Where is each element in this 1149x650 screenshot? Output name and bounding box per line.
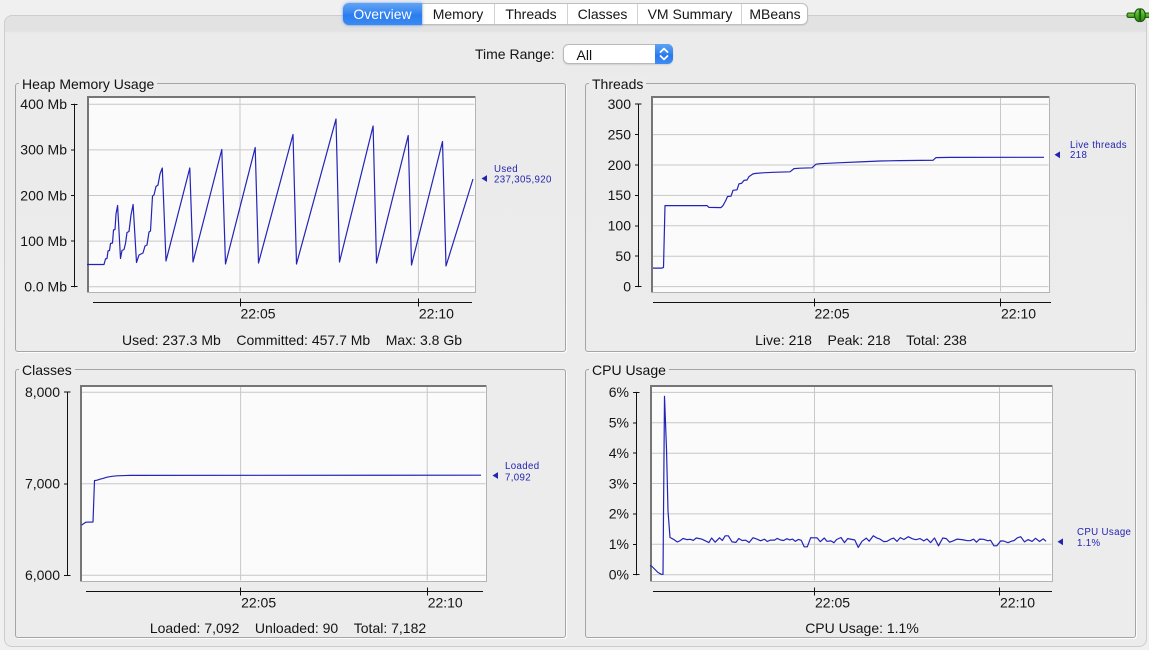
svg-text:22:10: 22:10 [1001, 306, 1036, 322]
svg-text:7,092: 7,092 [505, 473, 531, 484]
svg-text:Used: 237.3 Mb Committed: 4: Used: 237.3 Mb Committed: 457.7 Mb Max: … [122, 332, 462, 348]
svg-text:100 Mb: 100 Mb [20, 233, 67, 249]
svg-text:CPU Usage: 1.1%: CPU Usage: 1.1% [805, 620, 919, 636]
svg-text:Live: 218 Peak: 218 Tota: Live: 218 Peak: 218 Total: 238 [755, 332, 967, 348]
svg-text:Loaded: Loaded [505, 461, 539, 472]
svg-text:22:10: 22:10 [419, 306, 454, 322]
svg-text:6,000: 6,000 [25, 567, 60, 583]
svg-text:22:05: 22:05 [241, 595, 276, 611]
svg-text:Used: Used [494, 164, 518, 175]
svg-text:2%: 2% [609, 506, 629, 522]
svg-text:0: 0 [623, 278, 631, 294]
svg-text:400 Mb: 400 Mb [20, 96, 67, 112]
svg-text:22:05: 22:05 [815, 595, 850, 611]
svg-text:4%: 4% [609, 445, 629, 461]
svg-text:Loaded: 7,092 Unloaded: 90: Loaded: 7,092 Unloaded: 90 Total: 7,182 [150, 620, 427, 636]
svg-text:CPU Usage: CPU Usage [1077, 527, 1131, 538]
svg-text:22:10: 22:10 [1000, 595, 1035, 611]
svg-text:0.0 Mb: 0.0 Mb [24, 279, 67, 295]
svg-text:6%: 6% [609, 384, 629, 400]
svg-text:150: 150 [608, 187, 632, 203]
svg-text:Live threads: Live threads [1070, 140, 1127, 151]
svg-text:250: 250 [608, 126, 632, 142]
svg-text:300: 300 [608, 96, 632, 112]
svg-text:300 Mb: 300 Mb [20, 142, 67, 158]
svg-text:200: 200 [608, 157, 632, 173]
svg-text:22:10: 22:10 [428, 595, 463, 611]
svg-text:218: 218 [1070, 150, 1087, 161]
svg-text:7,000: 7,000 [25, 476, 60, 492]
svg-text:3%: 3% [609, 475, 629, 491]
svg-text:0%: 0% [609, 567, 629, 583]
svg-text:22:05: 22:05 [815, 306, 850, 322]
svg-text:100: 100 [608, 218, 632, 234]
svg-text:5%: 5% [609, 415, 629, 431]
svg-text:22:05: 22:05 [241, 306, 276, 322]
svg-text:1.1%: 1.1% [1077, 538, 1101, 549]
svg-text:237,305,920: 237,305,920 [494, 174, 552, 185]
svg-text:200 Mb: 200 Mb [20, 187, 67, 203]
svg-text:1%: 1% [609, 536, 629, 552]
svg-text:8,000: 8,000 [25, 384, 60, 400]
svg-text:50: 50 [615, 248, 631, 264]
